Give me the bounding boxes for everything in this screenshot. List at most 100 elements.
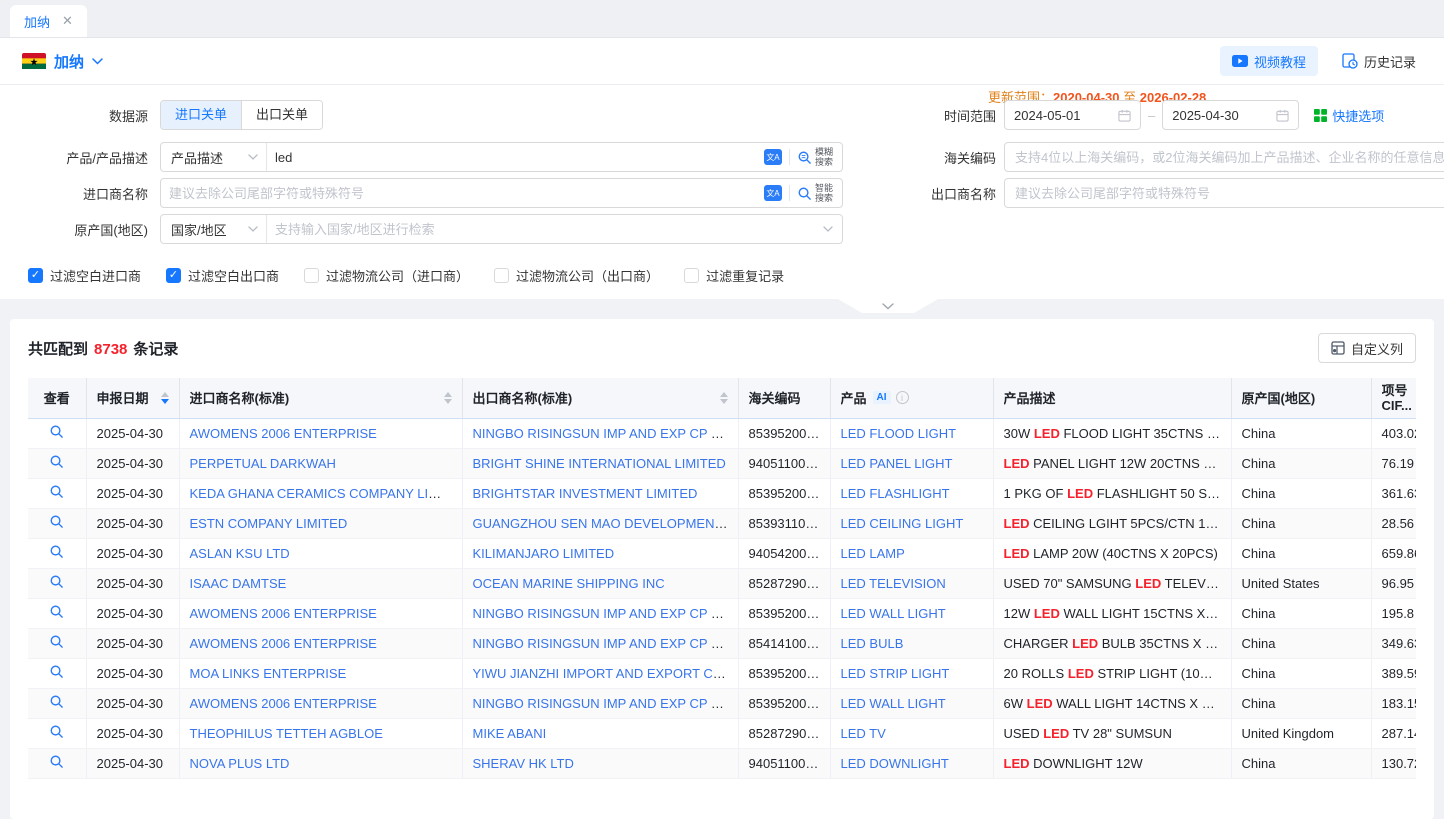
close-icon[interactable]: ✕ [62,13,73,29]
tab-ghana[interactable]: 加纳 ✕ [10,5,87,37]
product-link[interactable]: LED CEILING LIGHT [841,516,964,531]
hs-code-input[interactable] [1004,142,1444,172]
view-record-button[interactable] [28,748,86,778]
column-header-exporter[interactable]: 出口商名称(标准) [462,378,738,418]
sort-icons[interactable] [714,392,728,404]
importer-link[interactable]: ISAAC DAMTSE [190,576,287,591]
view-magnifier-icon[interactable] [49,634,64,649]
filter-checkbox-4[interactable]: 过滤重复记录 [684,266,784,285]
origin-input[interactable] [267,222,814,237]
view-record-button[interactable] [28,598,86,628]
sort-icons[interactable] [155,392,169,404]
translate-icon[interactable]: 文A [764,149,782,165]
product-input[interactable] [267,150,755,165]
checkbox-icon[interactable] [684,268,699,283]
view-record-button[interactable] [28,658,86,688]
importer-link[interactable]: NOVA PLUS LTD [190,756,290,771]
view-record-button[interactable] [28,418,86,448]
view-magnifier-icon[interactable] [49,544,64,559]
exporter-link[interactable]: MIKE ABANI [473,726,547,741]
product-link[interactable]: LED PANEL LIGHT [841,456,953,471]
view-magnifier-icon[interactable] [49,574,64,589]
importer-link[interactable]: ASLAN KSU LTD [190,546,290,561]
product-link[interactable]: LED TELEVISION [841,576,946,591]
exporter-link[interactable]: NINGBO RISINGSUN IMP AND EXP CP LTD [473,696,735,711]
view-magnifier-icon[interactable] [49,604,64,619]
column-header-cif[interactable]: 项号CIF... [1371,378,1416,418]
view-record-button[interactable] [28,538,86,568]
product-link[interactable]: LED LAMP [841,546,905,561]
fuzzy-search-button[interactable]: 模糊 搜索 [797,147,833,167]
view-record-button[interactable] [28,508,86,538]
importer-link[interactable]: AWOMENS 2006 ENTERPRISE [190,636,377,651]
column-header-importer[interactable]: 进口商名称(标准) [179,378,462,418]
filter-checkbox-2[interactable]: 过滤物流公司（进口商） [304,266,469,285]
view-magnifier-icon[interactable] [49,424,64,439]
start-date-input[interactable]: 2024-05-01 [1004,100,1141,130]
filter-checkbox-0[interactable]: ✓过滤空白进口商 [28,266,141,285]
view-record-button[interactable] [28,688,86,718]
exporter-link[interactable]: NINGBO RISINGSUN IMP AND EXP CP LTD [473,606,735,621]
checkbox-icon[interactable] [304,268,319,283]
view-magnifier-icon[interactable] [49,454,64,469]
checkbox-icon[interactable]: ✓ [166,268,181,283]
view-record-button[interactable] [28,628,86,658]
view-magnifier-icon[interactable] [49,664,64,679]
origin-type-select[interactable]: 国家/地区 [161,215,267,243]
exporter-link[interactable]: KILIMANJARO LIMITED [473,546,615,561]
filter-checkbox-1[interactable]: ✓过滤空白出口商 [166,266,279,285]
exporter-input[interactable] [1004,178,1444,208]
tab-import-declarations[interactable]: 进口关单 [161,101,241,129]
exporter-link[interactable]: OCEAN MARINE SHIPPING INC [473,576,665,591]
column-header-date[interactable]: 申报日期 [86,378,179,418]
exporter-link[interactable]: YIWU JIANZHI IMPORT AND EXPORT CO LTD [473,666,739,681]
importer-link[interactable]: PERPETUAL DARKWAH [190,456,336,471]
importer-input[interactable] [161,186,755,201]
video-tutorial-button[interactable]: 视频教程 [1220,46,1318,76]
importer-link[interactable]: AWOMENS 2006 ENTERPRISE [190,696,377,711]
translate-icon[interactable]: 文A [764,185,782,201]
customize-columns-button[interactable]: 自定义列 [1318,333,1416,363]
checkbox-icon[interactable] [494,268,509,283]
importer-link[interactable]: AWOMENS 2006 ENTERPRISE [190,426,377,441]
importer-link[interactable]: ESTN COMPANY LIMITED [190,516,348,531]
product-link[interactable]: LED BULB [841,636,904,651]
view-magnifier-icon[interactable] [49,754,64,769]
view-magnifier-icon[interactable] [49,514,64,529]
product-link[interactable]: LED FLASHLIGHT [841,486,950,501]
product-link[interactable]: LED TV [841,726,886,741]
view-magnifier-icon[interactable] [49,484,64,499]
view-record-button[interactable] [28,448,86,478]
quick-options-link[interactable]: 快捷选项 [1314,106,1384,125]
importer-link[interactable]: KEDA GHANA CERAMICS COMPANY LIMITED [190,486,463,501]
filter-checkbox-3[interactable]: 过滤物流公司（出口商） [494,266,659,285]
end-date-input[interactable]: 2025-04-30 [1162,100,1299,130]
importer-link[interactable]: AWOMENS 2006 ENTERPRISE [190,606,377,621]
importer-link[interactable]: MOA LINKS ENTERPRISE [190,666,347,681]
view-magnifier-icon[interactable] [49,724,64,739]
product-type-select[interactable]: 产品描述 [161,143,267,171]
exporter-link[interactable]: GUANGZHOU SEN MAO DEVELOPMENT C... [473,516,739,531]
exporter-link[interactable]: BRIGHTSTAR INVESTMENT LIMITED [473,486,698,501]
tab-export-declarations[interactable]: 出口关单 [241,101,322,129]
view-record-button[interactable] [28,568,86,598]
country-selector[interactable]: 加纳 [22,51,103,72]
product-link[interactable]: LED WALL LIGHT [841,606,946,621]
view-record-button[interactable] [28,718,86,748]
product-link[interactable]: LED DOWNLIGHT [841,756,949,771]
info-icon[interactable]: i [896,391,909,404]
view-record-button[interactable] [28,478,86,508]
checkbox-icon[interactable]: ✓ [28,268,43,283]
history-button[interactable]: 历史记录 [1336,51,1422,72]
exporter-link[interactable]: BRIGHT SHINE INTERNATIONAL LIMITED [473,456,726,471]
collapse-panel-button[interactable] [838,299,938,313]
importer-link[interactable]: THEOPHILUS TETTEH AGBLOE [190,726,383,741]
product-link[interactable]: LED STRIP LIGHT [841,666,950,681]
smart-search-button[interactable]: 智能 搜索 [797,183,833,203]
sort-icons[interactable] [438,392,452,404]
exporter-link[interactable]: NINGBO RISINGSUN IMP AND EXP CP LTD [473,426,735,441]
product-link[interactable]: LED FLOOD LIGHT [841,426,957,441]
exporter-link[interactable]: SHERAV HK LTD [473,756,574,771]
view-magnifier-icon[interactable] [49,694,64,709]
exporter-link[interactable]: NINGBO RISINGSUN IMP AND EXP CP LTD [473,636,735,651]
